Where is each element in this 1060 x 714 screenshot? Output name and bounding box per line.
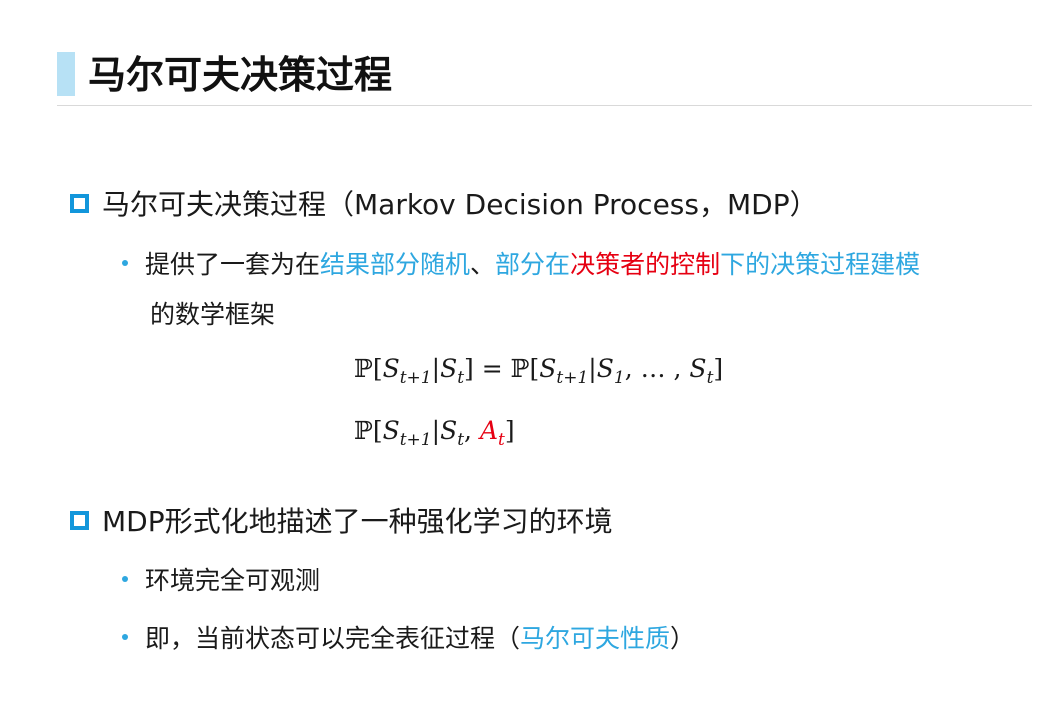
bullet1-highlight-random: 结果部分随机 <box>320 250 471 279</box>
formula-mdp-transition: ℙ[St+1|St, At] <box>354 416 515 450</box>
bullet1-text-a: 提供了一套为在 <box>145 250 321 279</box>
bullet1-text-c: 部分在 <box>495 250 571 279</box>
markov-property-highlight: 马尔可夫性质 <box>520 624 671 653</box>
section2-bullet2-row: 即，当前状态可以完全表征过程（马尔可夫性质） <box>122 620 695 658</box>
bullet1-text-d: 下的决策过程建模 <box>720 250 921 279</box>
dot-bullet-icon <box>122 576 128 582</box>
dot-bullet-icon <box>122 260 128 266</box>
section1-heading-row: 马尔可夫决策过程（Markov Decision Process，MDP） <box>70 185 818 225</box>
section2-bullet2-text-b: ） <box>670 624 696 653</box>
dot-bullet-icon <box>122 634 128 640</box>
slide-title: 马尔可夫决策过程 <box>88 53 393 97</box>
section2-bullet1-text: 环境完全可观测 <box>145 566 321 595</box>
square-bullet-icon <box>70 193 89 213</box>
section2-bullet1-row: 环境完全可观测 <box>122 562 320 600</box>
bullet1-continuation: 的数学框架 <box>150 300 276 329</box>
section2-bullet2-text-a: 即，当前状态可以完全表征过程（ <box>145 624 521 653</box>
bullet1-text-b: 、 <box>470 250 496 279</box>
formula-markov-property: ℙ[St+1|St] = ℙ[St+1|S1, … , St] <box>354 354 724 388</box>
title-accent-bar <box>57 52 75 96</box>
section1-heading: 马尔可夫决策过程（Markov Decision Process，MDP） <box>102 188 818 221</box>
title-divider <box>57 105 1032 106</box>
section2-heading: MDP形式化地描述了一种强化学习的环境 <box>102 505 613 538</box>
bullet1-highlight-control: 决策者的控制 <box>570 250 721 279</box>
square-bullet-icon <box>70 510 89 530</box>
section2-heading-row: MDP形式化地描述了一种强化学习的环境 <box>70 502 613 542</box>
section1-bullet1-row: 提供了一套为在结果部分随机、部分在决策者的控制下的决策过程建模 <box>122 246 920 284</box>
formula-action-symbol: A <box>479 416 499 445</box>
